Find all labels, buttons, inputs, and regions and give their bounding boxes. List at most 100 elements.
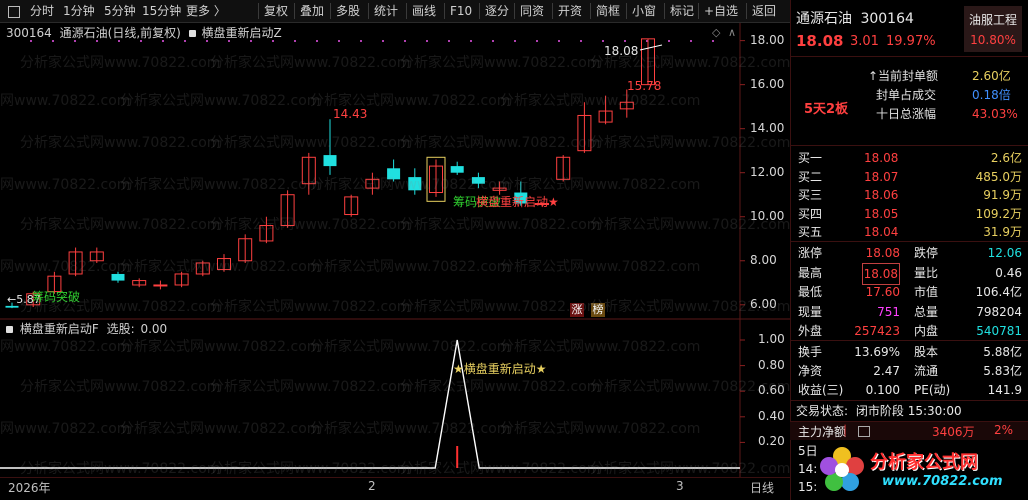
order-label: 买二 bbox=[798, 169, 823, 184]
toolbar-button-11[interactable]: 标记 bbox=[670, 0, 694, 22]
stat-label: 内盘 bbox=[914, 324, 939, 338]
toolbar-button-4[interactable]: 画线 bbox=[412, 0, 436, 22]
period-tab-4[interactable]: 更多 〉 bbox=[186, 0, 226, 22]
toolbar-button-5[interactable]: F10 bbox=[450, 0, 472, 22]
toolbar-separator bbox=[406, 3, 407, 19]
stats-row: 外盘 257423 内盘 540781 bbox=[796, 321, 1024, 341]
price-tick-label: 10.00 bbox=[750, 208, 785, 223]
trade-status-value: 闭市阶段 15:30:00 bbox=[855, 404, 962, 418]
settings-diamond-icon[interactable]: ◇ bbox=[712, 26, 720, 39]
toolbar-separator bbox=[330, 3, 331, 19]
menu-icon[interactable] bbox=[8, 0, 20, 22]
candle-body bbox=[111, 273, 125, 281]
period-tab-0[interactable]: 分时 bbox=[30, 0, 54, 22]
limit-value: 43.03% bbox=[972, 107, 1018, 121]
toolbar-button-6[interactable]: 逐分 bbox=[485, 0, 509, 22]
order-price: 18.07 bbox=[864, 169, 899, 184]
dotted-marker bbox=[294, 40, 296, 42]
toolbar-button-3[interactable]: 统计 bbox=[374, 0, 398, 22]
stat-value: 540781 bbox=[976, 324, 1022, 338]
dotted-marker bbox=[668, 40, 670, 42]
price-tick-label: 14.00 bbox=[750, 120, 785, 135]
limit-value: 0.18倍 bbox=[972, 88, 1011, 102]
toolbar-button-2[interactable]: 多股 bbox=[336, 0, 360, 22]
dotted-marker bbox=[426, 40, 428, 42]
order-volume: 31.9万 bbox=[983, 225, 1022, 239]
indicator-dot-icon bbox=[6, 326, 13, 333]
indicator-tick-label: 0.20 bbox=[758, 434, 785, 449]
stat-label: 净资 bbox=[798, 364, 823, 378]
toolbar-separator bbox=[698, 3, 699, 19]
stat-value: 751 bbox=[877, 304, 900, 319]
dotted-marker bbox=[514, 40, 516, 42]
limit-row: 十日总涨幅 43.03% bbox=[796, 104, 1024, 124]
limit-label: 封单占成交 bbox=[876, 88, 937, 102]
price-tick-label: 6.00 bbox=[750, 296, 777, 311]
dotted-marker bbox=[448, 40, 450, 42]
main-chart-title: 300164 通源石油(日线,前复权) 横盘重新启动Z bbox=[6, 24, 282, 41]
dotted-marker bbox=[624, 40, 626, 42]
main-flow-pct: 2% bbox=[994, 423, 1014, 437]
order-row: 买四 18.05 109.2万 bbox=[796, 204, 1024, 224]
stat-label: 市值 bbox=[914, 285, 939, 299]
divider bbox=[790, 340, 1028, 341]
indicator-name[interactable]: 横盘重新启动Z bbox=[201, 26, 281, 40]
stat-value: 12.06 bbox=[987, 246, 1022, 260]
toolbar-button-0[interactable]: 复权 bbox=[264, 0, 288, 22]
period-tab-1[interactable]: 1分钟 bbox=[63, 0, 95, 22]
toolbar-separator bbox=[514, 3, 515, 19]
stat-label: 量比 bbox=[914, 265, 939, 280]
toolbar-separator bbox=[552, 3, 553, 19]
divider bbox=[790, 145, 1028, 146]
table-icon[interactable] bbox=[858, 426, 870, 437]
sub-indicator-name[interactable]: 横盘重新启动F bbox=[20, 322, 99, 336]
dotted-marker bbox=[712, 40, 714, 42]
stat-value: 0.100 bbox=[865, 383, 900, 397]
toolbar-button-9[interactable]: 简框 bbox=[596, 0, 620, 22]
stat-label: 收益(三) bbox=[798, 383, 844, 397]
chevron-up-icon[interactable]: ∧ bbox=[728, 26, 736, 39]
dotted-marker bbox=[602, 40, 604, 42]
price-tick-label: 12.00 bbox=[750, 164, 785, 179]
candle-body bbox=[5, 305, 19, 308]
period-tab-2[interactable]: 5分钟 bbox=[104, 0, 136, 22]
stat-value: 13.69% bbox=[854, 345, 900, 359]
toolbar-separator bbox=[590, 3, 591, 19]
stats-row: 换手 13.69% 股本 5.88亿 bbox=[796, 342, 1024, 362]
toolbar-button-13[interactable]: 返回 bbox=[752, 0, 776, 22]
limit-label: 十日总涨幅 bbox=[876, 107, 937, 121]
dotted-marker bbox=[558, 40, 560, 42]
bottom-row-time1: 14: bbox=[798, 462, 818, 476]
watermark-logo: 分析家公式网 www.70822.com bbox=[818, 446, 1024, 496]
current-price-pointer bbox=[639, 44, 663, 51]
chart-controls[interactable]: ◇ ∧ bbox=[712, 26, 736, 39]
stock-name: 通源石油 bbox=[796, 11, 852, 27]
candle-body bbox=[323, 155, 337, 167]
period-label[interactable]: 日线 bbox=[750, 479, 774, 496]
toolbar-button-7[interactable]: 同资 bbox=[520, 0, 544, 22]
kline-chart[interactable] bbox=[0, 23, 790, 478]
zhang-badge[interactable]: 涨 bbox=[570, 303, 584, 317]
divider bbox=[790, 241, 1028, 242]
order-price: 18.06 bbox=[864, 188, 899, 202]
toolbar-button-12[interactable]: +自选 bbox=[704, 0, 738, 22]
period-tab-3[interactable]: 15分钟 bbox=[142, 0, 181, 22]
toolbar-button-1[interactable]: 叠加 bbox=[300, 0, 324, 22]
order-label: 买一 bbox=[798, 151, 823, 165]
dotted-marker bbox=[580, 40, 582, 42]
stat-label: 换手 bbox=[798, 345, 823, 359]
toolbar-button-10[interactable]: 小窗 bbox=[632, 0, 656, 22]
limit-row: 封单占成交 0.18倍 bbox=[796, 85, 1024, 105]
stat-value: 2.47 bbox=[873, 364, 900, 378]
order-row: 买一 18.08 2.6亿 bbox=[796, 148, 1024, 168]
bang-badge[interactable]: 榜 bbox=[591, 303, 605, 317]
order-price: 18.08 bbox=[864, 151, 899, 165]
candle-body bbox=[450, 166, 464, 173]
order-row: 买三 18.06 91.9万 bbox=[796, 185, 1024, 205]
toolbar-button-8[interactable]: 开资 bbox=[558, 0, 582, 22]
dotted-marker bbox=[316, 40, 318, 42]
bottom-row-time2: 15: bbox=[798, 480, 818, 494]
sector-box[interactable]: 油服工程 10.80% bbox=[964, 6, 1022, 52]
toolbar-separator bbox=[479, 3, 480, 19]
restart-signal: 横盘重新启动★ bbox=[476, 195, 559, 209]
